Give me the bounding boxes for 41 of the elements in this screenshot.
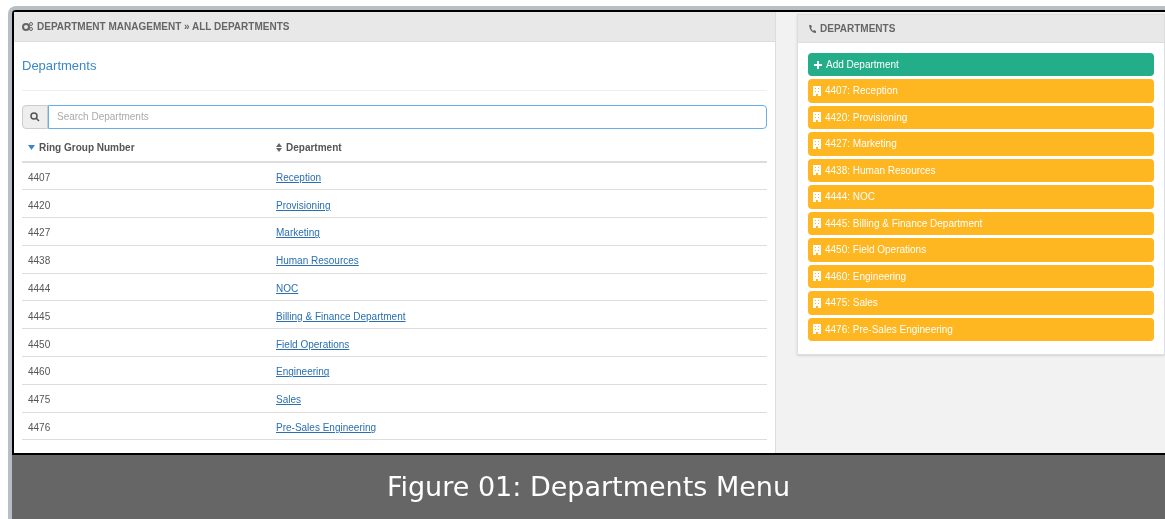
table-cell: 4407 xyxy=(28,171,51,183)
gears-icon xyxy=(22,22,33,31)
table-cell: 4444 xyxy=(28,283,51,295)
building-icon xyxy=(813,244,821,255)
figure-caption: Figure 01: Departments Menu xyxy=(386,469,791,504)
building-icon xyxy=(813,218,821,229)
department-link[interactable]: Sales xyxy=(276,394,301,406)
building-icon xyxy=(813,165,821,176)
building-icon xyxy=(813,191,821,202)
column-header[interactable]: Department xyxy=(286,139,342,155)
side-panel-title: DEPARTMENTS xyxy=(820,22,896,36)
table-cell: 4460 xyxy=(28,366,51,378)
table-cell: 4420 xyxy=(28,199,51,211)
building-icon xyxy=(813,85,821,96)
building-icon xyxy=(813,138,821,149)
department-link[interactable]: Billing & Finance Department xyxy=(276,310,406,322)
building-icon xyxy=(813,324,821,335)
table-cell: 4427 xyxy=(28,227,51,239)
building-icon xyxy=(813,271,821,282)
phone-icon xyxy=(808,24,816,33)
department-link[interactable]: Pre-Sales Engineering xyxy=(276,422,377,434)
column-header[interactable]: Ring Group Number xyxy=(39,139,135,155)
table-cell: 4476 xyxy=(28,422,51,434)
breadcrumb: DEPARTMENT MANAGEMENT » ALL DEPARTMENTS xyxy=(37,20,290,34)
department-link[interactable]: Provisioning xyxy=(276,199,331,211)
panel-title: Departments xyxy=(22,42,767,91)
search-field[interactable]: Search Departments xyxy=(48,104,767,129)
building-icon xyxy=(813,297,821,308)
table-cell: 4475 xyxy=(28,394,51,406)
plus-icon xyxy=(814,60,822,69)
building-icon xyxy=(813,112,821,123)
department-link[interactable]: Field Operations xyxy=(276,338,350,350)
table-cell: 4445 xyxy=(28,310,51,322)
table-cell: 4438 xyxy=(28,255,51,267)
department-link[interactable]: Marketing xyxy=(276,227,320,239)
department-link[interactable]: NOC xyxy=(276,283,299,295)
table-cell: 4450 xyxy=(28,338,51,350)
department-link[interactable]: Reception xyxy=(276,171,322,183)
search-icon xyxy=(30,111,40,122)
department-link[interactable]: Engineering xyxy=(276,366,330,378)
department-link[interactable]: Human Resources xyxy=(276,255,359,267)
